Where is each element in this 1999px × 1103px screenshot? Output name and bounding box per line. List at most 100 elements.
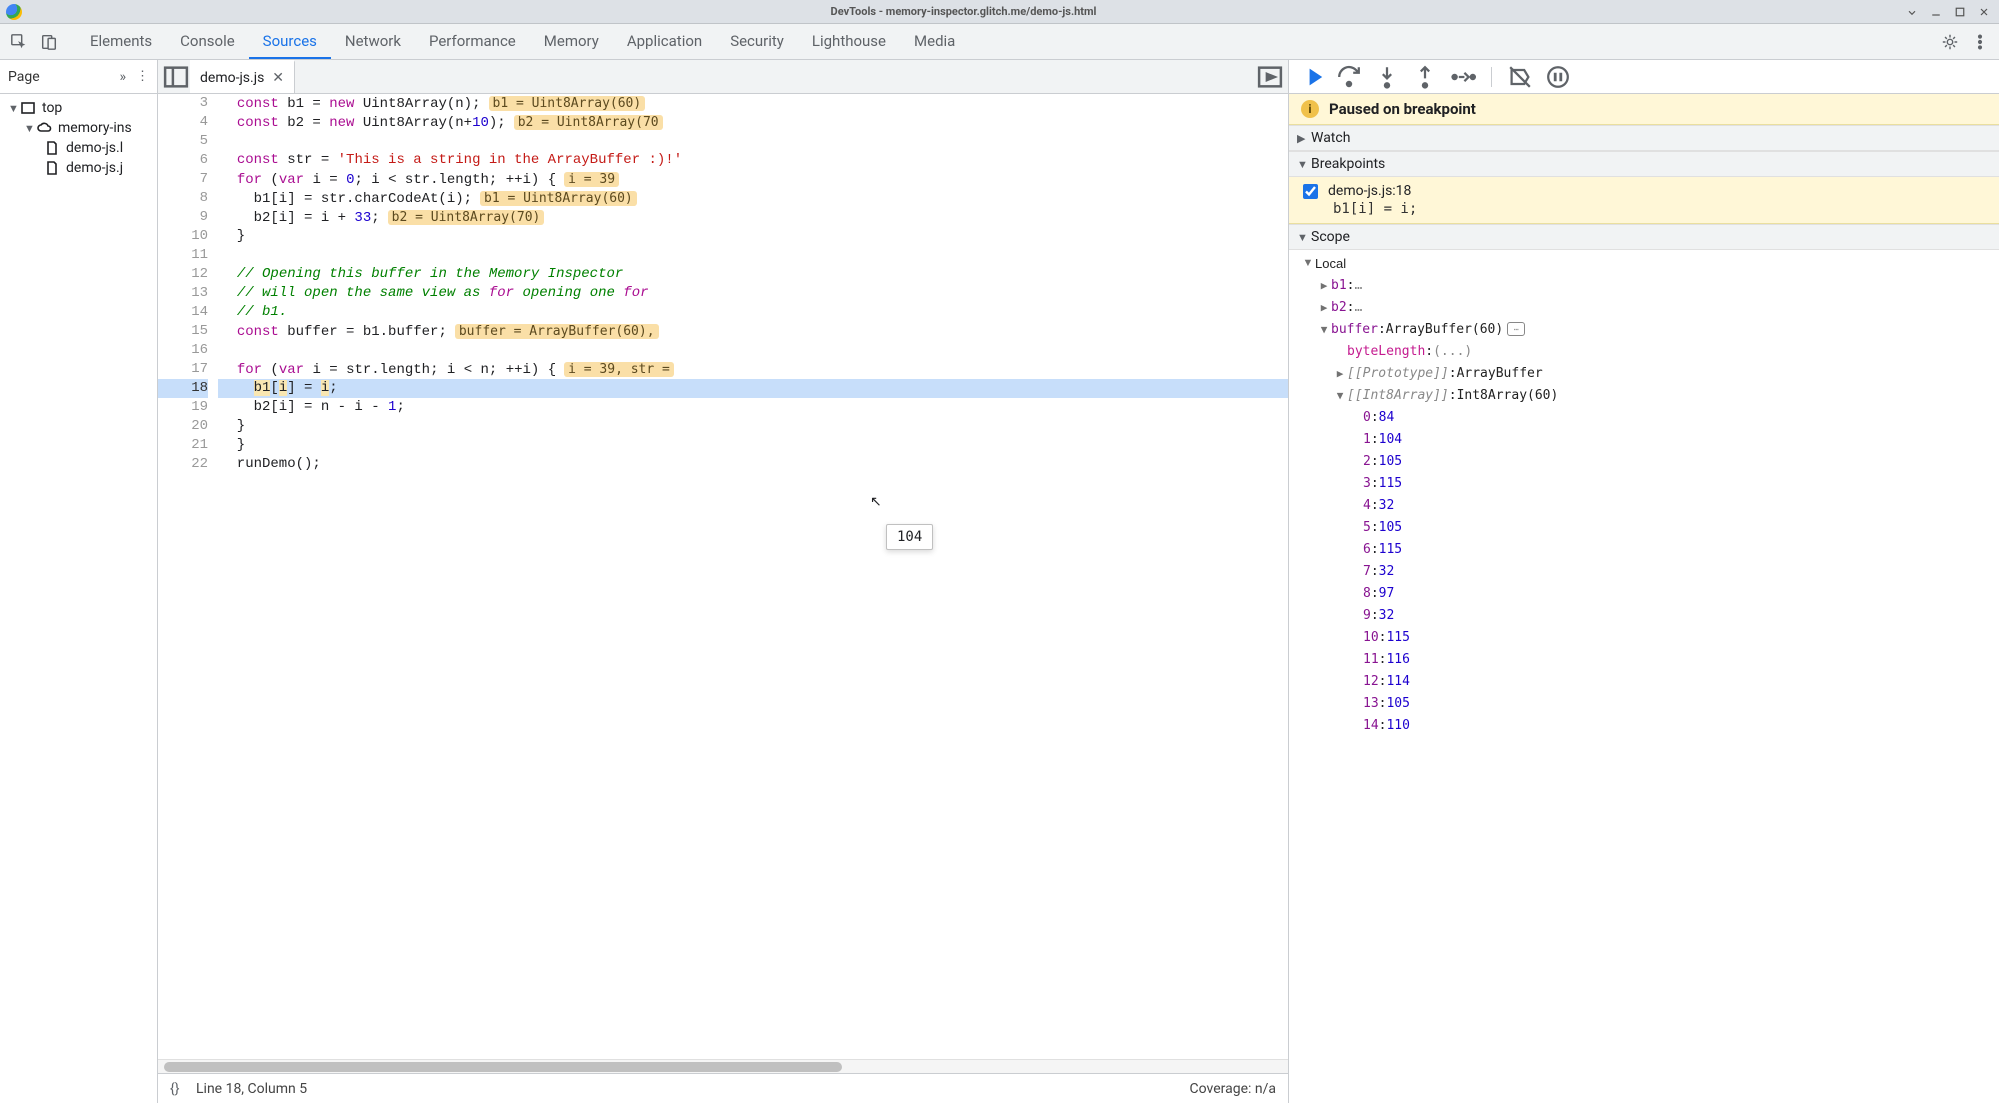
- array-entry[interactable]: 10: 115: [1289, 626, 1999, 648]
- tab-lighthouse[interactable]: Lighthouse: [798, 24, 900, 59]
- maximize-button[interactable]: [1951, 3, 1969, 21]
- tab-console[interactable]: Console: [166, 24, 249, 59]
- editor-tabbar: demo-js.js ✕: [158, 60, 1288, 94]
- array-entry[interactable]: 0: 84: [1289, 406, 1999, 428]
- device-toggle-icon[interactable]: [34, 24, 64, 59]
- navigator-menu-icon[interactable]: ⋮: [136, 69, 149, 84]
- array-entry[interactable]: 2: 105: [1289, 450, 1999, 472]
- code-line[interactable]: b1[i] = i;: [218, 379, 1288, 398]
- breakpoint-item[interactable]: demo-js.js:18 b1[i] = i;: [1289, 177, 1999, 224]
- resume-icon[interactable]: [1297, 63, 1325, 91]
- devtools-tabbar: ElementsConsoleSourcesNetworkPerformance…: [0, 24, 1999, 60]
- tab-security[interactable]: Security: [716, 24, 798, 59]
- code-line[interactable]: const buffer = b1.buffer;buffer = ArrayB…: [218, 322, 1288, 341]
- tab-application[interactable]: Application: [613, 24, 716, 59]
- code-line[interactable]: // b1.: [218, 303, 1288, 322]
- file-tab[interactable]: demo-js.js ✕: [190, 60, 295, 93]
- scope-bytelength[interactable]: byteLength: (...): [1289, 340, 1999, 362]
- minimize-button[interactable]: [1927, 3, 1945, 21]
- code-line[interactable]: for (var i = 0; i < str.length; ++i) {i …: [218, 170, 1288, 189]
- array-entry[interactable]: 4: 32: [1289, 494, 1999, 516]
- tree-file[interactable]: demo-js.j: [0, 158, 157, 178]
- step-icon[interactable]: [1449, 63, 1477, 91]
- scope-var-b1[interactable]: ▶b1: …: [1289, 274, 1999, 296]
- array-entry[interactable]: 5: 105: [1289, 516, 1999, 538]
- deactivate-breakpoints-icon[interactable]: [1506, 63, 1534, 91]
- close-button[interactable]: [1975, 3, 1993, 21]
- tab-network[interactable]: Network: [331, 24, 415, 59]
- tab-sources[interactable]: Sources: [249, 24, 331, 59]
- code-line[interactable]: b2[i] = i + 33;b2 = Uint8Array(70): [218, 208, 1288, 227]
- scope-var-b2[interactable]: ▶b2: …: [1289, 296, 1999, 318]
- scope-section-header[interactable]: ▼ Scope: [1289, 224, 1999, 250]
- tab-elements[interactable]: Elements: [76, 24, 166, 59]
- tab-performance[interactable]: Performance: [415, 24, 530, 59]
- array-entry[interactable]: 13: 105: [1289, 692, 1999, 714]
- page-tab-label[interactable]: Page: [8, 69, 40, 85]
- breakpoints-section-header[interactable]: ▼ Breakpoints: [1289, 151, 1999, 177]
- expand-icon: ▼: [24, 122, 36, 135]
- tree-domain[interactable]: ▼ memory-ins: [0, 118, 157, 138]
- settings-icon[interactable]: [1935, 24, 1965, 59]
- navigator-header: Page » ⋮: [0, 60, 157, 94]
- pretty-print-icon[interactable]: {}: [170, 1081, 196, 1097]
- code-line[interactable]: b2[i] = n - i - 1;: [218, 398, 1288, 417]
- code-line[interactable]: // will open the same view as for openin…: [218, 284, 1288, 303]
- file-tab-label: demo-js.js: [200, 70, 264, 86]
- tree-frame-top[interactable]: ▼ top: [0, 98, 157, 118]
- scope-tree: ▼Local ▶b1: … ▶b2: … ▼buffer: ArrayBuffe…: [1289, 250, 1999, 738]
- breakpoint-location: demo-js.js:18: [1328, 183, 1411, 199]
- tab-memory[interactable]: Memory: [530, 24, 613, 59]
- code-line[interactable]: [218, 132, 1288, 151]
- debug-toolbar: [1289, 60, 1999, 94]
- tree-file[interactable]: demo-js.l: [0, 138, 157, 158]
- array-entry[interactable]: 11: 116: [1289, 648, 1999, 670]
- code-line[interactable]: }: [218, 417, 1288, 436]
- kebab-menu-icon[interactable]: [1965, 24, 1995, 59]
- toggle-navigator-icon[interactable]: [162, 63, 190, 91]
- debugger-panel: i Paused on breakpoint ▶ Watch ▼ Breakpo…: [1289, 60, 1999, 1103]
- step-out-icon[interactable]: [1411, 63, 1439, 91]
- run-snippet-icon[interactable]: [1256, 63, 1284, 91]
- step-over-icon[interactable]: [1335, 63, 1363, 91]
- code-line[interactable]: [218, 246, 1288, 265]
- array-entry[interactable]: 3: 115: [1289, 472, 1999, 494]
- code-line[interactable]: runDemo();: [218, 455, 1288, 474]
- code-line[interactable]: }: [218, 436, 1288, 455]
- array-entry[interactable]: 9: 32: [1289, 604, 1999, 626]
- mouse-cursor: ↖: [870, 494, 882, 510]
- code-line[interactable]: const b1 = new Uint8Array(n);b1 = Uint8A…: [218, 94, 1288, 113]
- window-menu-icon[interactable]: [1903, 3, 1921, 21]
- breakpoint-checkbox[interactable]: [1303, 184, 1318, 199]
- watch-section-header[interactable]: ▶ Watch: [1289, 125, 1999, 151]
- array-entry[interactable]: 12: 114: [1289, 670, 1999, 692]
- app-icon: [6, 4, 22, 20]
- step-into-icon[interactable]: [1373, 63, 1401, 91]
- horizontal-scrollbar[interactable]: [158, 1059, 1288, 1073]
- file-icon: [44, 160, 60, 176]
- array-entry[interactable]: 7: 32: [1289, 560, 1999, 582]
- scope-var-buffer[interactable]: ▼buffer: ArrayBuffer(60): [1289, 318, 1999, 340]
- scope-int8array[interactable]: ▼[[Int8Array]]: Int8Array(60): [1289, 384, 1999, 406]
- code-line[interactable]: // Opening this buffer in the Memory Ins…: [218, 265, 1288, 284]
- code-line[interactable]: for (var i = str.length; i < n; ++i) {i …: [218, 360, 1288, 379]
- code-line[interactable]: [218, 341, 1288, 360]
- memory-inspector-icon[interactable]: [1507, 322, 1525, 336]
- code-line[interactable]: }: [218, 227, 1288, 246]
- pause-on-exceptions-icon[interactable]: [1544, 63, 1572, 91]
- array-entry[interactable]: 8: 97: [1289, 582, 1999, 604]
- scope-local[interactable]: ▼Local: [1289, 252, 1999, 274]
- array-entry[interactable]: 14: 110: [1289, 714, 1999, 736]
- code-line[interactable]: const b2 = new Uint8Array(n+10);b2 = Uin…: [218, 113, 1288, 132]
- inspect-element-icon[interactable]: [4, 24, 34, 59]
- array-entry[interactable]: 1: 104: [1289, 428, 1999, 450]
- scope-prototype[interactable]: ▶[[Prototype]]: ArrayBuffer: [1289, 362, 1999, 384]
- section-label: Scope: [1311, 229, 1350, 245]
- more-tabs-icon[interactable]: »: [119, 69, 126, 85]
- array-entry[interactable]: 6: 115: [1289, 538, 1999, 560]
- tab-media[interactable]: Media: [900, 24, 969, 59]
- code-line[interactable]: const str = 'This is a string in the Arr…: [218, 151, 1288, 170]
- code-editor[interactable]: 345678910111213141516171819202122 const …: [158, 94, 1288, 1059]
- code-line[interactable]: b1[i] = str.charCodeAt(i);b1 = Uint8Arra…: [218, 189, 1288, 208]
- close-tab-icon[interactable]: ✕: [272, 70, 284, 86]
